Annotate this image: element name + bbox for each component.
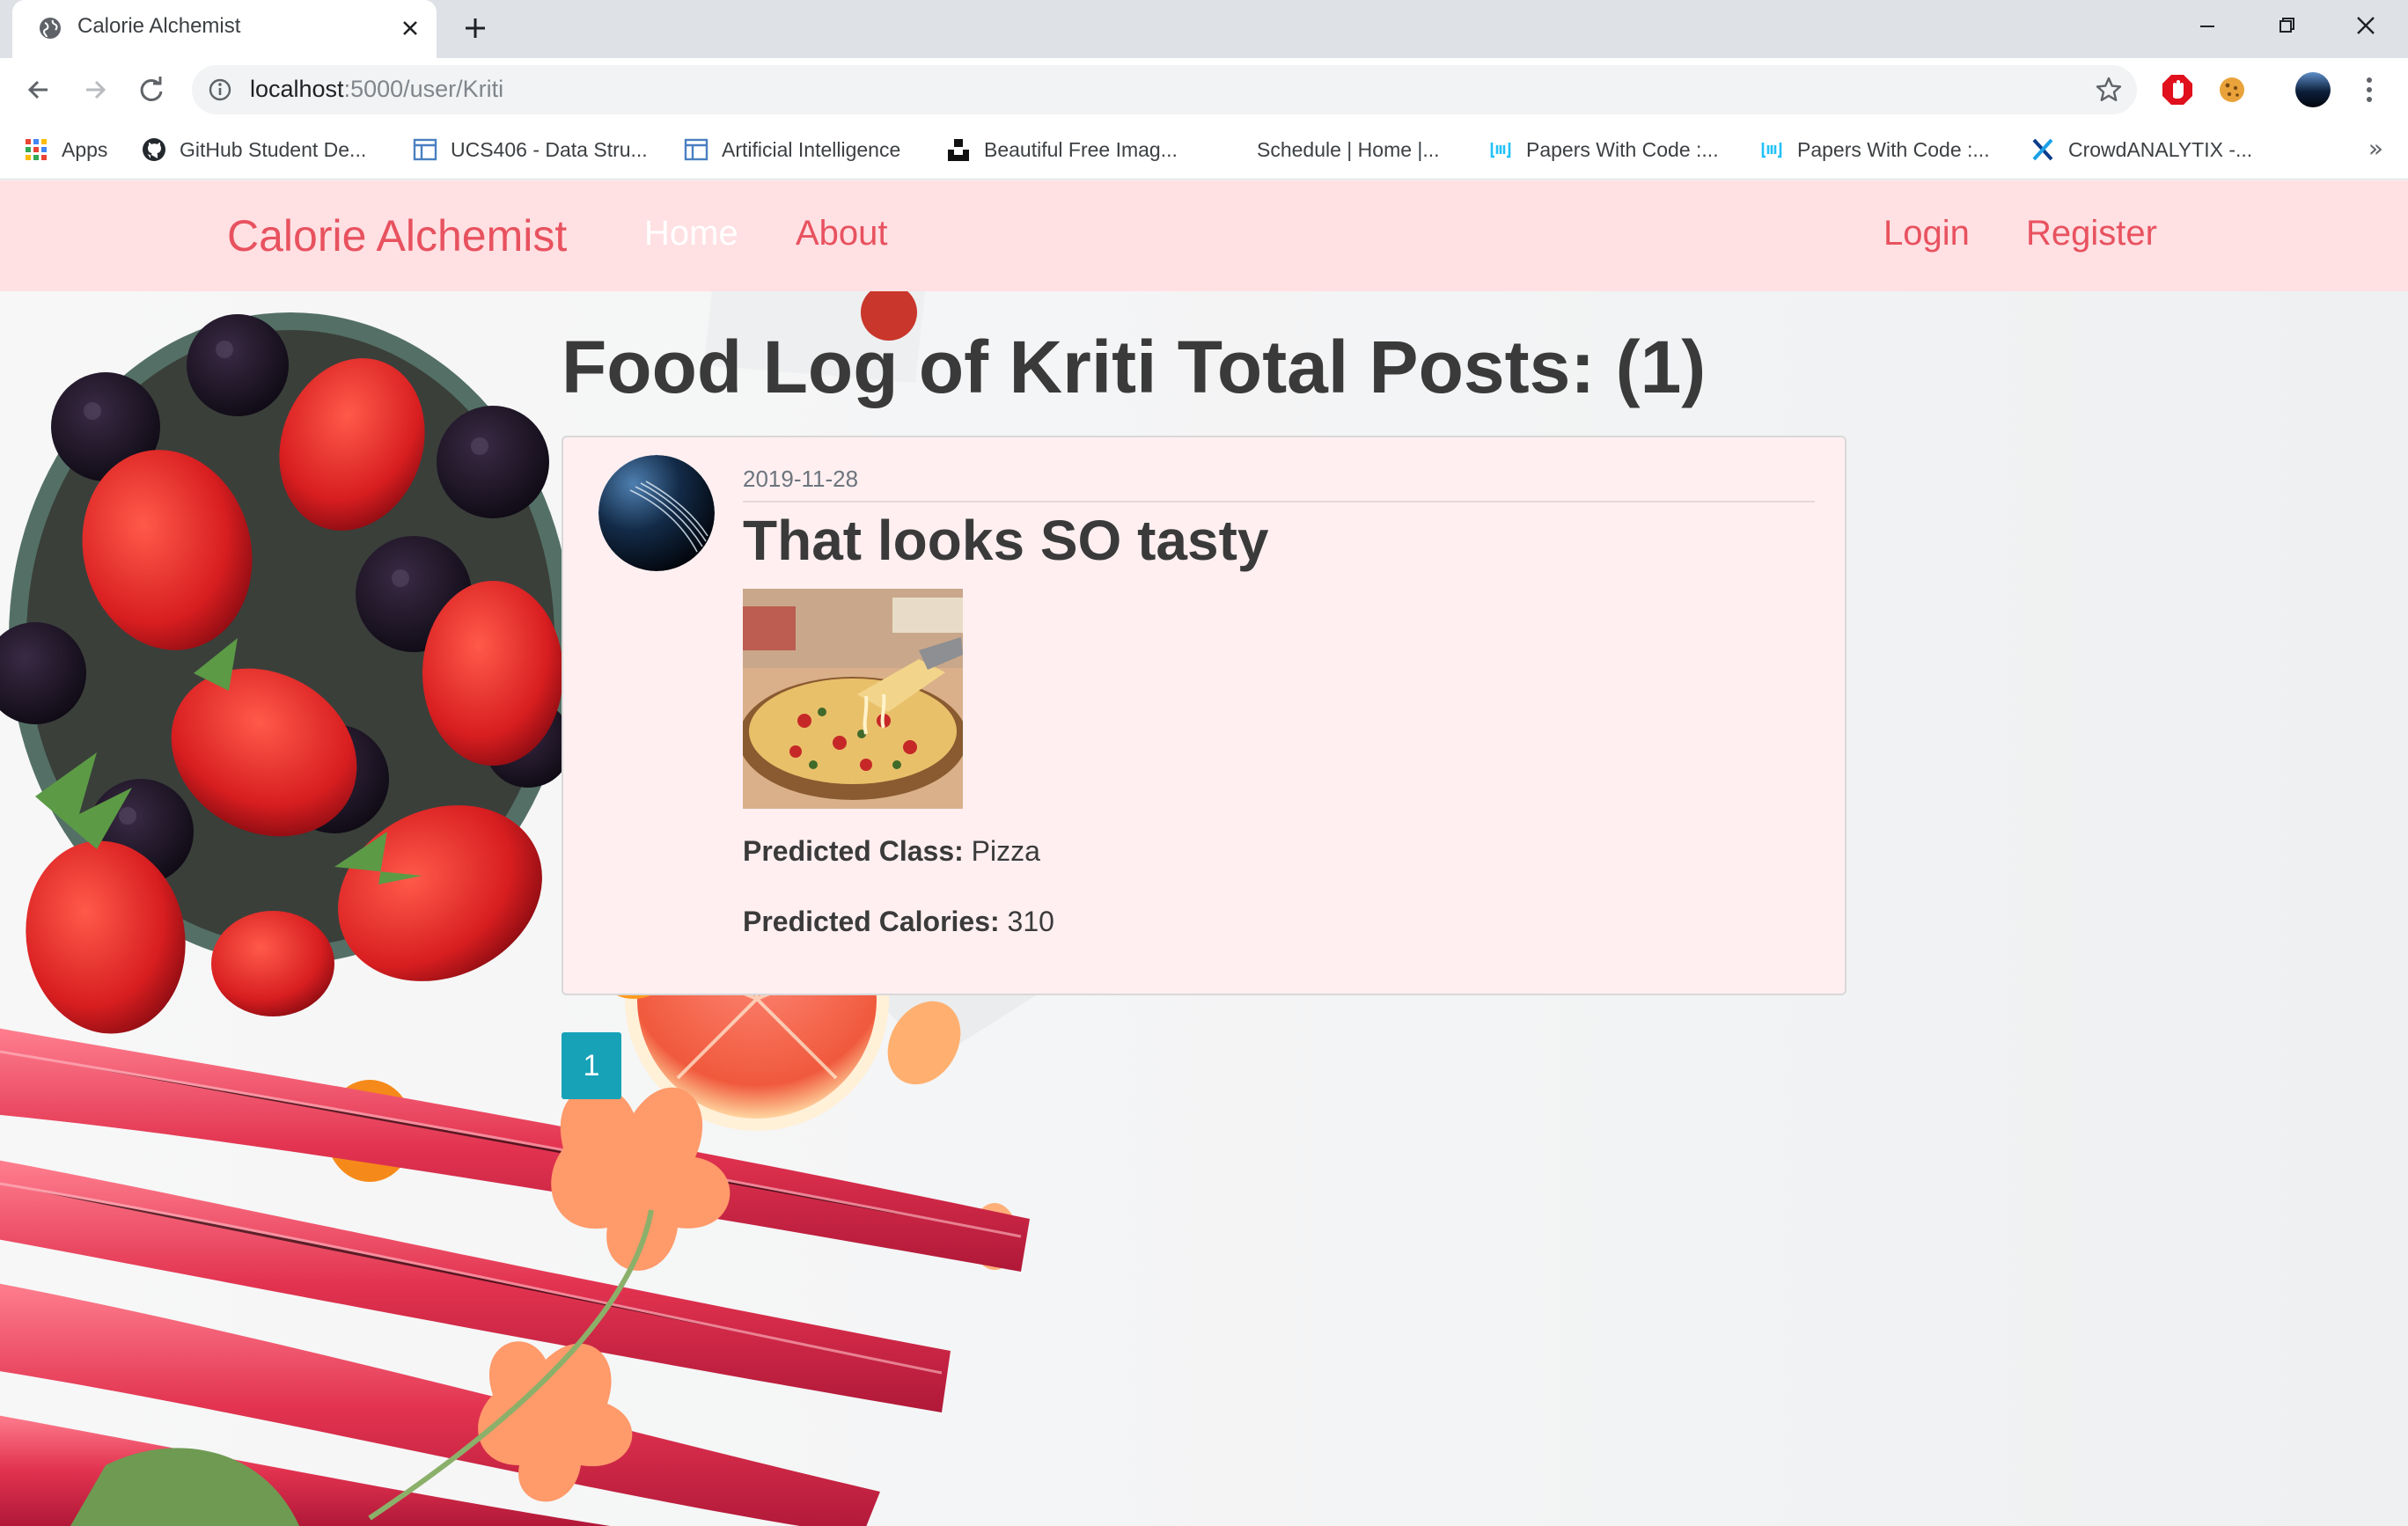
back-icon[interactable] [21,72,56,107]
url-host: localhost [250,76,344,102]
user-avatar[interactable] [598,455,715,571]
bookmark-github[interactable]: GitHub Student De... [141,134,366,165]
bookmark-label: Schedule | Home |... [1257,137,1440,161]
close-tab-icon[interactable] [396,14,424,42]
papers-with-code-icon [1490,143,1511,158]
github-icon [143,138,165,161]
bookmark-unsplash[interactable]: Beautiful Free Imag... [945,134,1178,165]
bookmark-papers-with-code-1[interactable]: Papers With Code :... [1487,134,1719,165]
url-path: :5000/user/Kriti [343,76,504,102]
bookmark-label: Apps [62,137,108,161]
bookmark-schedule[interactable]: Schedule | Home |... [1257,134,1440,165]
post-divider [743,501,1815,503]
info-icon[interactable] [208,77,232,102]
page-icon [413,138,437,161]
post-date: 2019-11-28 [743,466,859,492]
cookie-extension-icon[interactable] [2213,70,2251,109]
browser-menu-icon[interactable] [2350,70,2389,109]
nav-about-link[interactable]: About [796,214,888,253]
predicted-calories-value: 310 [999,906,1054,937]
predicted-calories: Predicted Calories: 310 [743,906,1054,938]
bookmark-label: CrowdANALYTIX -... [2068,137,2253,161]
post-title[interactable]: That looks SO tasty [743,508,1268,573]
post-food-image [743,589,963,809]
adblock-extension-icon[interactable] [2158,70,2197,109]
bookmark-label: UCS406 - Data Stru... [451,137,648,161]
predicted-calories-label: Predicted Calories: [743,906,1000,937]
bookmark-label: GitHub Student De... [180,137,367,161]
bookmark-label: Papers With Code :... [1526,137,1719,161]
bookmark-apps[interactable]: Apps [23,134,107,165]
nav-register-link[interactable]: Register [2026,214,2157,253]
bookmark-ucs406[interactable]: UCS406 - Data Stru... [412,134,648,165]
predicted-class-label: Predicted Class: [743,835,964,867]
bookmark-star-icon[interactable] [2095,76,2123,104]
restore-icon[interactable] [2265,9,2308,44]
bookmark-crowdanalytix[interactable]: CrowdANALYTIX -... [2030,134,2252,165]
forward-icon[interactable] [77,72,113,107]
site-navbar: Calorie Alchemist Home About Login Regis… [0,180,2408,291]
nav-login-link[interactable]: Login [1883,214,1970,253]
unsplash-icon [948,139,969,161]
minimize-icon[interactable] [2186,9,2228,44]
page-icon [684,138,708,161]
nav-home-link[interactable]: Home [644,214,738,253]
bookmark-label: Papers With Code :... [1797,137,1990,161]
bookmark-label: Artificial Intelligence [722,137,901,161]
bookmarks-bar: Apps GitHub Student De... UCS406 - Data … [0,121,2408,180]
reload-icon[interactable] [134,72,169,107]
new-tab-icon[interactable] [459,12,491,44]
address-bar[interactable]: localhost:5000/user/Kriti [192,65,2137,114]
more-bookmarks-icon[interactable]: » [2368,134,2383,163]
bookmark-papers-with-code-2[interactable]: Papers With Code :... [1758,134,1990,165]
pagination-page-1[interactable]: 1 [562,1032,621,1099]
predicted-class-value: Pizza [963,835,1040,867]
avatar-image [598,455,715,571]
apps-grid-icon [26,139,47,160]
papers-with-code-icon [1761,143,1782,158]
profile-avatar-icon[interactable] [2294,70,2332,109]
predicted-class: Predicted Class: Pizza [743,835,1040,868]
bookmark-ai[interactable]: Artificial Intelligence [683,134,900,165]
crowdanalytix-icon [2032,138,2053,161]
site-brand[interactable]: Calorie Alchemist [227,210,567,261]
close-window-icon[interactable] [2345,9,2387,44]
bookmark-label: Beautiful Free Imag... [984,137,1178,161]
url-text: localhost:5000/user/Kriti [250,76,503,103]
web-page: Calorie Alchemist Home About Login Regis… [0,180,2408,1526]
page-title: Food Log of Kriti Total Posts: (1) [562,326,1707,408]
browser-tab[interactable]: Calorie Alchemist [12,0,437,58]
post-card: 2019-11-28 That looks SO tasty Predicted… [562,436,1846,995]
globe-icon [40,18,61,39]
tab-title: Calorie Alchemist [77,14,241,38]
browser-toolbar: localhost:5000/user/Kriti [0,58,2408,121]
browser-tabstrip: Calorie Alchemist [0,0,2408,58]
